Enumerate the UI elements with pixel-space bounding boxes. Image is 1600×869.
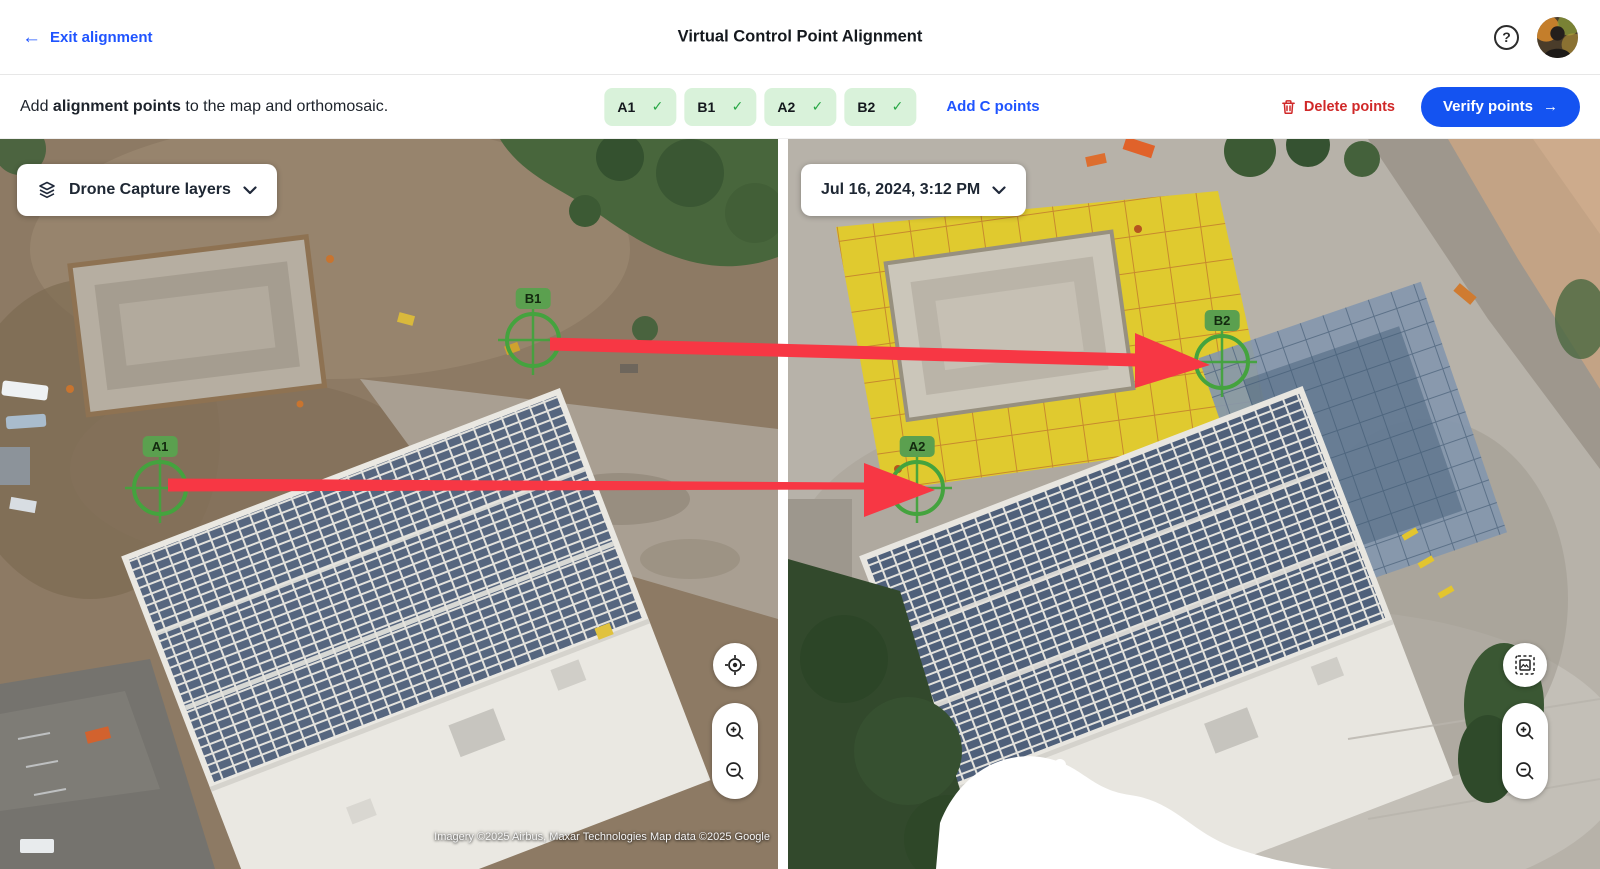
satellite-imagery — [0, 139, 778, 869]
crosshair-marker-icon — [498, 305, 568, 375]
instruction-bold: alignment points — [52, 97, 181, 115]
capture-date-label: Jul 16, 2024, 3:12 PM — [821, 181, 981, 198]
chip-label: A2 — [777, 98, 796, 115]
exit-alignment-link[interactable]: ← Exit alignment — [22, 28, 153, 47]
question-mark-icon: ? — [1502, 29, 1511, 45]
instruction-suffix: to the map and orthomosaic. — [180, 97, 389, 115]
image-fit-icon — [1515, 655, 1535, 675]
locate-button[interactable] — [713, 643, 757, 687]
zoom-in-icon — [1516, 722, 1534, 740]
help-button[interactable]: ? — [1494, 24, 1519, 50]
zoom-out-icon — [726, 762, 744, 780]
point-chip-b2[interactable]: B2 ✓ — [844, 87, 917, 126]
back-arrow-icon: ← — [22, 26, 41, 48]
instruction-text: Add alignment points to the map and orth… — [20, 98, 388, 116]
point-chip-a1[interactable]: A1 ✓ — [604, 87, 677, 126]
add-c-points-link[interactable]: Add C points — [946, 98, 1039, 115]
user-avatar[interactable] — [1537, 16, 1578, 58]
zoom-controls — [1502, 703, 1548, 799]
maps-container: Drone Capture layers A1 B1 Imagery ©2025… — [0, 139, 1600, 869]
arrow-right-icon: → — [1543, 98, 1558, 115]
point-chip-a2[interactable]: A2 ✓ — [764, 87, 837, 126]
control-point-B1[interactable]: B1 — [495, 288, 571, 378]
control-point-label: A2 — [899, 436, 935, 457]
zoom-controls — [712, 703, 758, 799]
trash-icon — [1282, 99, 1295, 114]
zoom-out-button[interactable] — [1507, 753, 1543, 789]
check-icon: ✓ — [811, 98, 824, 114]
crosshair-marker-icon — [882, 453, 952, 523]
capture-date-button[interactable]: Jul 16, 2024, 3:12 PM — [801, 164, 1027, 216]
verify-points-button[interactable]: Verify points → — [1420, 86, 1580, 127]
drone-capture-layers-button[interactable]: Drone Capture layers — [17, 164, 277, 216]
control-point-label: B2 — [1204, 310, 1240, 331]
layers-icon — [39, 181, 55, 199]
zoom-in-icon — [726, 722, 744, 740]
point-chips: A1 ✓ B1 ✓ A2 ✓ B2 ✓ — [604, 87, 917, 126]
zoom-in-button[interactable] — [1507, 713, 1543, 749]
chip-label: A1 — [617, 98, 636, 115]
right-map-pane[interactable]: Jul 16, 2024, 3:12 PM A2 B2 — [788, 139, 1600, 869]
instruction-prefix: Add — [20, 97, 53, 115]
control-point-A2[interactable]: A2 — [879, 436, 955, 526]
zoom-in-button[interactable] — [717, 713, 753, 749]
crosshair-locate-icon — [725, 655, 745, 675]
control-point-A1[interactable]: A1 — [122, 436, 198, 526]
alignment-toolbar: Add alignment points to the map and orth… — [0, 75, 1600, 139]
page-title: Virtual Control Point Alignment — [677, 27, 923, 46]
avatar-photo — [1537, 16, 1578, 58]
check-icon: ✓ — [651, 98, 664, 114]
verify-points-label: Verify points — [1442, 98, 1533, 115]
chip-label: B1 — [697, 98, 716, 115]
crosshair-marker-icon — [1187, 327, 1257, 397]
check-icon: ✓ — [891, 98, 904, 114]
map-attribution: Imagery ©2025 Airbus, Maxar Technologies… — [434, 831, 770, 843]
delete-points-label: Delete points — [1303, 98, 1395, 115]
chevron-down-icon — [992, 185, 1006, 194]
zoom-out-button[interactable] — [717, 753, 753, 789]
zoom-out-icon — [1516, 762, 1534, 780]
check-icon: ✓ — [731, 98, 744, 114]
chip-label: B2 — [857, 98, 876, 115]
delete-points-button[interactable]: Delete points — [1281, 99, 1395, 115]
control-point-label: B1 — [515, 288, 551, 309]
control-point-B2[interactable]: B2 — [1184, 310, 1260, 400]
layers-button-label: Drone Capture layers — [69, 181, 231, 198]
fit-view-button[interactable] — [1503, 643, 1547, 687]
exit-alignment-label: Exit alignment — [50, 28, 153, 46]
top-bar: ← Exit alignment Virtual Control Point A… — [0, 0, 1600, 75]
chevron-down-icon — [243, 185, 257, 194]
left-map-pane[interactable]: Drone Capture layers A1 B1 Imagery ©2025… — [0, 139, 778, 869]
point-chip-b1[interactable]: B1 ✓ — [684, 87, 757, 126]
crosshair-marker-icon — [125, 453, 195, 523]
control-point-label: A1 — [142, 436, 178, 457]
